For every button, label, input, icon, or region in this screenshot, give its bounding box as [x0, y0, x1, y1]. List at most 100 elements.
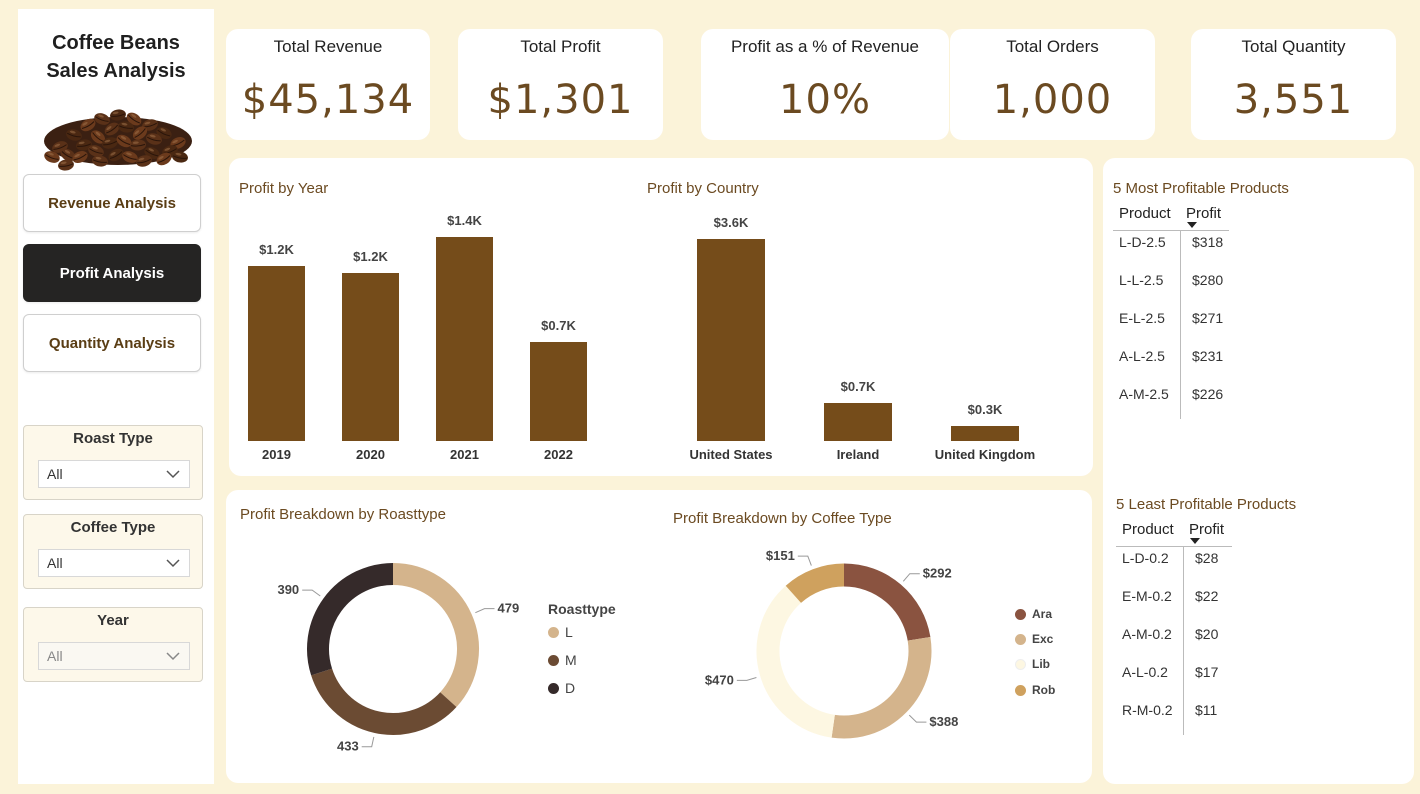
- revenue-analysis-button[interactable]: Revenue Analysis: [23, 174, 201, 232]
- product-cell[interactable]: A-M-0.2: [1122, 626, 1172, 642]
- profit-cell[interactable]: $226: [1192, 386, 1223, 402]
- profit-cell[interactable]: $231: [1192, 348, 1223, 364]
- column-header-product[interactable]: Product: [1119, 205, 1171, 222]
- category-label: United Kingdom: [934, 447, 1036, 462]
- slice-D[interactable]: [307, 563, 394, 676]
- legend-item-D[interactable]: D: [548, 680, 575, 696]
- slice-M[interactable]: [311, 668, 457, 735]
- column-header-profit[interactable]: Profit: [1186, 205, 1221, 222]
- column-header-profit[interactable]: Profit: [1189, 521, 1224, 538]
- legend-item-Rob[interactable]: Rob: [1015, 683, 1055, 697]
- profit-cell[interactable]: $20: [1195, 626, 1218, 642]
- legend-dot: [1015, 633, 1026, 645]
- product-cell[interactable]: A-M-2.5: [1119, 386, 1169, 402]
- product-cell[interactable]: E-M-0.2: [1122, 588, 1172, 604]
- data-label: $1.2K: [353, 249, 388, 265]
- leader-line: [902, 573, 920, 582]
- bar-ireland[interactable]: [824, 402, 892, 441]
- coffee-type-slicer: Coffee Type All: [23, 514, 203, 589]
- bar-2019[interactable]: [248, 266, 305, 441]
- data-label: $0.7K: [840, 378, 876, 394]
- slice-Exc[interactable]: [831, 637, 932, 739]
- kpi-value: $45,134: [241, 77, 415, 123]
- dropdown-value: All: [47, 555, 63, 571]
- profit-cell[interactable]: $17: [1195, 664, 1218, 680]
- legend-dot: [1015, 658, 1026, 670]
- product-cell[interactable]: L-D-2.5: [1119, 234, 1166, 250]
- sort-desc-icon: [1190, 538, 1200, 544]
- bar-2020[interactable]: [342, 273, 399, 441]
- legend-item-Lib[interactable]: Lib: [1015, 657, 1050, 671]
- profit-cell[interactable]: $28: [1195, 550, 1218, 566]
- table-column-divider: [1180, 231, 1181, 419]
- sort-desc-icon: [1187, 222, 1197, 228]
- legend-item-Ara[interactable]: Ara: [1015, 607, 1052, 621]
- kpi-profit-percent: Profit as a % of Revenue 10%: [701, 29, 949, 140]
- slice-label: 390: [277, 582, 299, 597]
- slice-Lib[interactable]: [756, 585, 836, 738]
- legend-label: Lib: [1032, 657, 1050, 671]
- chevron-down-icon: [166, 470, 180, 479]
- slice-label: 479: [498, 601, 520, 616]
- profit-bar-charts-card: Profit by Year $1.2K 2019 $1.2K 2020 $1.4K 20…: [229, 158, 1093, 476]
- leader-line: [361, 736, 375, 748]
- category-label: 2022: [544, 447, 573, 462]
- leader-line: [797, 555, 812, 566]
- product-cell[interactable]: A-L-0.2: [1122, 664, 1168, 680]
- profit-cell[interactable]: $271: [1192, 310, 1223, 326]
- slice-label: $151: [766, 548, 795, 563]
- kpi-title: Total Orders: [1006, 37, 1099, 56]
- data-label: $1.4K: [447, 213, 482, 228]
- bar-united-states[interactable]: [697, 239, 765, 441]
- profit-cell[interactable]: $22: [1195, 588, 1218, 604]
- kpi-title: Total Revenue: [273, 37, 383, 56]
- kpi-value: 1,000: [992, 77, 1113, 123]
- product-cell[interactable]: E-L-2.5: [1119, 310, 1165, 326]
- kpi-total-orders: Total Orders 1,000: [950, 29, 1155, 140]
- donut-charts: 479 433 390 $292 $388 $470 $151: [277, 548, 958, 754]
- kpi-title: Profit as a % of Revenue: [730, 37, 920, 56]
- legend-label: M: [565, 652, 577, 668]
- legend-item-Exc[interactable]: Exc: [1015, 632, 1053, 646]
- legend-label: Ara: [1032, 607, 1053, 621]
- leader-line: [475, 608, 495, 614]
- product-cell[interactable]: L-L-2.5: [1119, 272, 1163, 288]
- kpi-total-quantity: Total Quantity 3,551: [1191, 29, 1396, 140]
- bar-2022[interactable]: [530, 341, 587, 441]
- legend-dot: [1015, 684, 1026, 696]
- slice-Ara[interactable]: [843, 563, 931, 642]
- product-cell[interactable]: A-L-2.5: [1119, 348, 1165, 364]
- kpi-title: Total Quantity: [1241, 37, 1346, 56]
- bar-united-kingdom[interactable]: [951, 425, 1019, 441]
- table-header-divider: [1113, 230, 1229, 231]
- bar-2021[interactable]: [436, 237, 493, 441]
- year-slicer: Year All: [23, 607, 203, 682]
- coffee-type-dropdown[interactable]: All: [38, 549, 190, 577]
- data-label: $3.6K: [713, 215, 749, 230]
- kpi-value: $1,301: [487, 77, 634, 123]
- profit-analysis-button[interactable]: Profit Analysis: [23, 244, 201, 302]
- slice-label: $470: [705, 672, 734, 687]
- leader-line: [302, 589, 321, 597]
- coffee-beans-image: [44, 109, 192, 171]
- legend-item-L[interactable]: L: [548, 624, 573, 640]
- profit-cell[interactable]: $280: [1192, 272, 1223, 288]
- slice-L[interactable]: [392, 563, 479, 708]
- leader-line: [736, 676, 757, 681]
- sidebar: Coffee Beans Sales Analysis Revenue Anal…: [18, 9, 214, 784]
- table-column-divider: [1183, 547, 1184, 735]
- column-header-product[interactable]: Product: [1122, 521, 1174, 538]
- legend-item-M[interactable]: M: [548, 652, 577, 668]
- product-cell[interactable]: L-D-0.2: [1122, 550, 1169, 566]
- roast-type-dropdown[interactable]: All: [38, 460, 190, 488]
- least-profitable-title: 5 Least Profitable Products: [1116, 496, 1297, 513]
- profit-cell[interactable]: $11: [1195, 702, 1217, 718]
- slice-Rob[interactable]: [785, 563, 845, 604]
- quantity-analysis-button[interactable]: Quantity Analysis: [23, 314, 201, 372]
- slice-label: 433: [337, 739, 359, 754]
- kpi-value: 10%: [779, 77, 871, 123]
- year-dropdown[interactable]: All: [38, 642, 190, 670]
- chevron-down-icon: [166, 559, 180, 568]
- product-cell[interactable]: R-M-0.2: [1122, 702, 1173, 718]
- profit-cell[interactable]: $318: [1192, 234, 1223, 250]
